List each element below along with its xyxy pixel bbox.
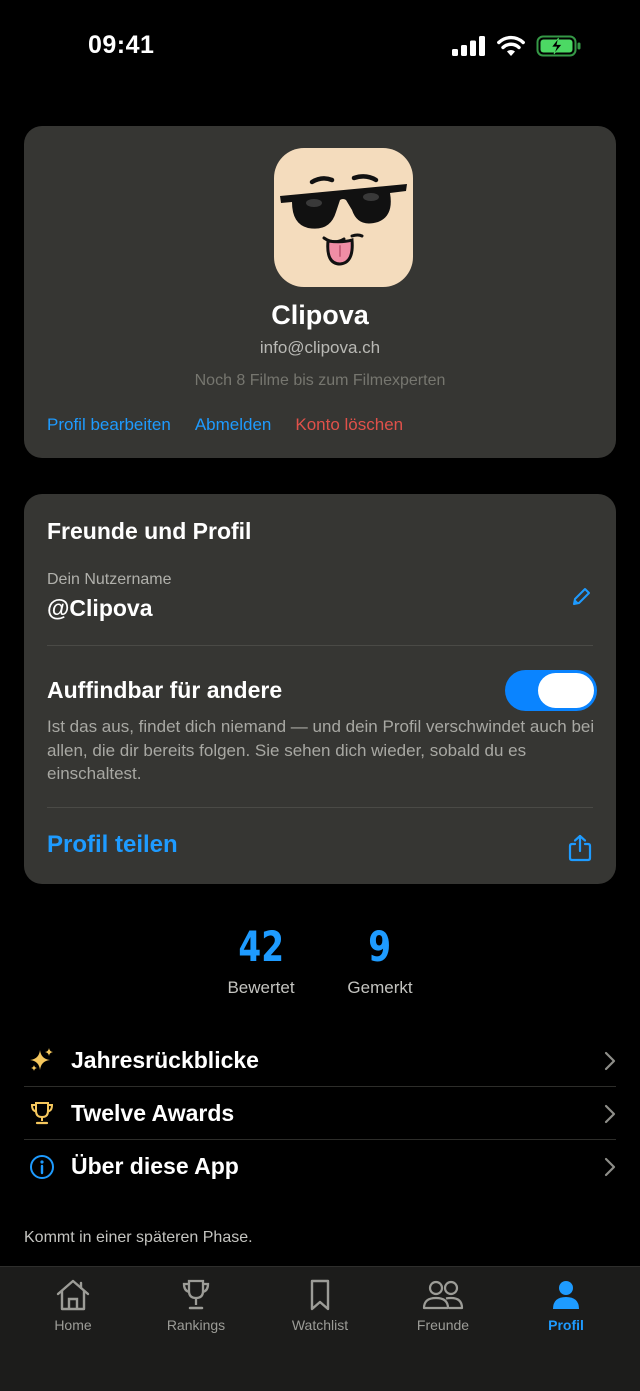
menu-item-label: Jahresrückblicke [71,1046,259,1073]
discoverable-label: Auffindbar für andere [47,677,283,703]
tab-friends[interactable]: Freunde [388,1277,498,1333]
share-icon[interactable] [568,834,592,862]
tab-bar: Home Rankings Watchlist Freunde Profil [0,1266,640,1391]
toggle-knob [538,673,594,708]
person-icon [511,1277,621,1313]
sunglasses-face-icon [280,174,407,266]
tab-home[interactable]: Home [18,1277,128,1333]
stat-saved[interactable]: 9 Gemerkt [310,922,450,998]
people-icon [388,1277,498,1313]
menu-item-about[interactable]: Über diese App [24,1140,616,1193]
discoverable-toggle[interactable] [505,670,597,711]
stat-saved-value: 9 [368,922,392,971]
menu-item-awards[interactable]: Twelve Awards [24,1087,616,1140]
profile-actions: Profil bearbeiten Abmelden Konto löschen [47,415,403,435]
username-value: @Clipova [47,595,153,621]
tab-profile[interactable]: Profil [511,1277,621,1333]
status-time: 09:41 [88,31,155,59]
profile-progress-text: Noch 8 Filme bis zum Filmexperten [194,372,446,389]
cellular-signal-icon [452,36,485,56]
tab-watchlist[interactable]: Watchlist [265,1277,375,1333]
stat-saved-label: Gemerkt [347,978,413,997]
status-bar: 09:41 [0,0,640,92]
profile-name: Clipova [271,300,369,330]
discoverable-description: Ist das aus, findet dich niemand — und d… [47,717,595,783]
menu-item-label: Über diese App [71,1153,239,1179]
tab-label: Home [54,1317,92,1333]
tab-label: Profil [548,1317,584,1333]
wifi-icon [497,35,525,56]
divider [47,645,593,646]
chevron-right-icon [604,1051,616,1071]
chevron-right-icon [604,1104,616,1124]
menu-list: Jahresrückblicke Twelve Awards Über dies… [24,1034,616,1193]
battery-charging-icon [536,35,581,57]
status-icons [452,35,582,57]
delete-account-link[interactable]: Konto löschen [295,415,403,435]
home-icon [18,1277,128,1313]
pencil-icon[interactable] [572,586,592,606]
chevron-right-icon [604,1157,616,1177]
menu-item-year-reviews[interactable]: Jahresrückblicke [24,1034,616,1087]
profile-email: info@clipova.ch [259,338,381,357]
divider [47,807,593,808]
friends-card-title: Freunde und Profil [47,518,252,544]
trophy-icon [28,1099,56,1127]
edit-profile-link[interactable]: Profil bearbeiten [47,415,171,435]
tab-label: Freunde [416,1317,470,1333]
friends-card: Freunde und Profil Dein Nutzername @Clip… [24,494,616,884]
footnote: Kommt in einer späteren Phase. [24,1229,253,1246]
tab-label: Rankings [166,1317,226,1333]
bookmark-icon [265,1277,375,1313]
tab-label: Watchlist [291,1317,349,1333]
profile-card: Clipova info@clipova.ch Noch 8 Filme bis… [24,126,616,458]
logout-link[interactable]: Abmelden [195,415,272,435]
username-label: Dein Nutzername [47,571,172,588]
trophy-icon [141,1277,251,1313]
info-icon [28,1153,56,1181]
stat-rated-value: 42 [238,922,284,971]
tab-rankings[interactable]: Rankings [141,1277,251,1333]
sparkles-icon [28,1046,56,1074]
menu-item-label: Twelve Awards [71,1099,235,1126]
avatar[interactable] [274,148,413,287]
share-profile-button[interactable]: Profil teilen [47,831,178,859]
